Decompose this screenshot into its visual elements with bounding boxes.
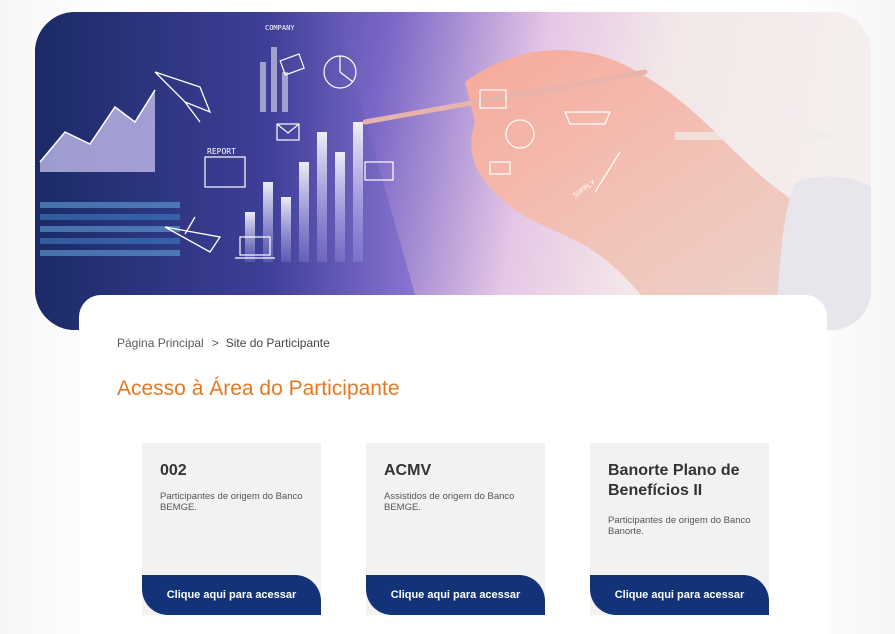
company-label: COMPANY — [265, 24, 295, 32]
plan-card-acmv: ACMV Assistidos de origem do Banco BEMGE… — [366, 443, 545, 615]
plan-name: ACMV — [384, 462, 432, 479]
access-button-banorte[interactable]: Clique aqui para acessar — [590, 575, 769, 615]
hero-illustration: REPORT COMPANY SUPPLY — [35, 12, 871, 330]
hero-banner: REPORT COMPANY SUPPLY — [35, 12, 871, 330]
breadcrumb-home-link[interactable]: Página Principal — [117, 336, 204, 350]
access-button-acmv[interactable]: Clique aqui para acessar — [366, 575, 545, 615]
plan-name: 002 — [160, 462, 187, 479]
breadcrumb-separator: > — [211, 336, 219, 350]
plan-description: Participantes de origem do Banco BEMGE. — [160, 491, 303, 513]
breadcrumb: Página Principal > Site do Participante — [117, 336, 330, 350]
plan-card-banorte: Banorte Plano de Benefícios II Participa… — [590, 443, 769, 615]
page: REPORT COMPANY SUPPLY Página Principal >… — [0, 0, 895, 634]
page-title: Acesso à Área do Participante — [117, 377, 400, 400]
plan-description: Participantes de origem do Banco Banorte… — [608, 515, 751, 537]
breadcrumb-current: Site do Participante — [225, 336, 330, 350]
main-content: Página Principal > Site do Participante Ac… — [79, 295, 827, 634]
plan-name: Banorte Plano de Benefícios II — [608, 462, 740, 499]
plan-description: Assistidos de origem do Banco BEMGE. — [384, 491, 515, 513]
report-label: REPORT — [207, 147, 236, 156]
access-button-002[interactable]: Clique aqui para acessar — [142, 575, 321, 615]
plan-card-002: 002 Participantes de origem do Banco BEM… — [142, 443, 321, 615]
desk-line — [675, 132, 835, 140]
